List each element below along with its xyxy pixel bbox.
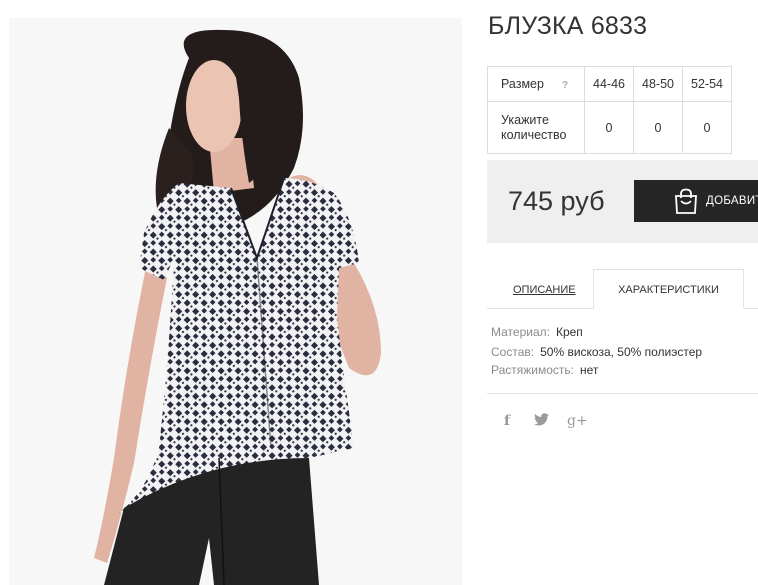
spec-stretch: Растяжимость: нет [491, 363, 598, 377]
help-icon[interactable]: ? [562, 80, 568, 91]
section-divider [487, 393, 758, 394]
googleplus-icon[interactable]: g+ [567, 413, 588, 429]
size-label: Размер [501, 77, 544, 91]
quantity-input[interactable]: 0 [584, 101, 634, 154]
product-price: 745 руб [508, 186, 605, 216]
quantity-label-line1: Укажите [501, 112, 549, 127]
spec-key: Состав: [491, 345, 535, 359]
spec-value: 50% вискоза, 50% полиэстер [540, 345, 703, 359]
price-box: 745 руб ДОБАВИТЬ [487, 160, 758, 243]
tab-characteristics[interactable]: ХАРАКТЕРИСТИКИ [593, 269, 744, 309]
add-to-cart-button[interactable]: ДОБАВИТЬ [634, 180, 758, 222]
size-option: 44-46 [584, 66, 634, 102]
tab-description[interactable]: ОПИСАНИЕ [513, 284, 576, 296]
product-title: БЛУЗКА 6833 [488, 12, 648, 40]
quantity-label-cell: Укажите количество [487, 101, 585, 154]
spec-value: нет [580, 363, 599, 377]
product-photo[interactable] [9, 18, 462, 585]
spec-value: Креп [555, 325, 583, 339]
spec-key: Материал: [491, 325, 550, 339]
spec-key: Растяжимость: [491, 363, 575, 377]
facebook-icon[interactable]: f [504, 413, 510, 429]
shopping-bag-icon [674, 188, 698, 217]
quantity-input[interactable]: 0 [633, 101, 683, 154]
size-table: Размер? 44-46 48-50 52-54 Укажите количе… [487, 66, 732, 154]
spec-composition: Состав: 50% вискоза, 50% полиэстер [491, 345, 702, 359]
quantity-input[interactable]: 0 [682, 101, 732, 154]
spec-material: Материал: Креп [491, 325, 583, 339]
twitter-icon[interactable] [534, 413, 549, 429]
size-option: 52-54 [682, 66, 732, 102]
add-to-cart-label: ДОБАВИТЬ [706, 195, 758, 207]
size-label-cell: Размер? [487, 66, 585, 102]
quantity-label-line2: количество [501, 127, 567, 142]
model-illustration [9, 18, 462, 585]
size-option: 48-50 [633, 66, 683, 102]
